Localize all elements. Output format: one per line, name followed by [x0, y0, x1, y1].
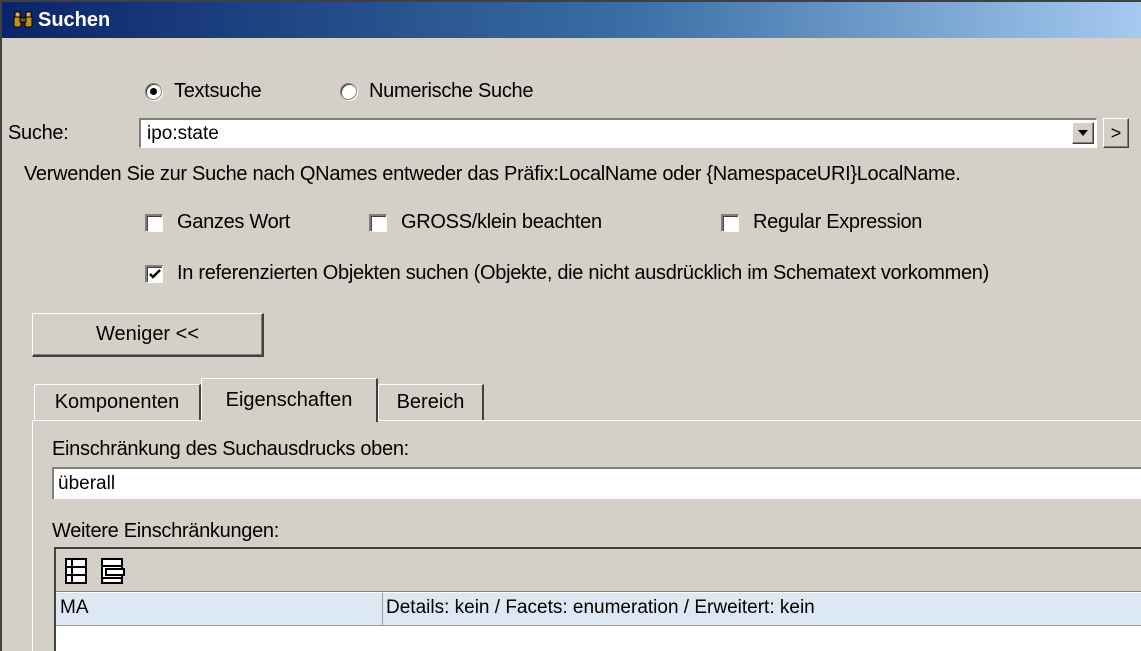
row-name: MA: [60, 597, 89, 618]
chevron-down-icon: [1078, 130, 1088, 136]
checkbox-whole-word-label: Ganzes Wort: [177, 211, 291, 233]
tab-komponenten[interactable]: Komponenten: [34, 384, 201, 420]
checkbox-box[interactable]: [145, 264, 163, 283]
restrictions-list: MA Details: kein / Facets: enumeration /…: [54, 547, 1141, 651]
tab-komponenten-label: Komponenten: [54, 391, 180, 413]
search-go-button[interactable]: >: [1103, 118, 1129, 148]
less-button[interactable]: Weniger <<: [32, 313, 264, 357]
append-row-button[interactable]: [60, 554, 94, 588]
checkbox-box[interactable]: [145, 213, 163, 232]
title-bar: Suchen: [2, 2, 1141, 38]
row-details: Details: kein / Facets: enumeration / Er…: [386, 597, 815, 618]
list-toolbar: [56, 549, 1141, 592]
radio-numeric-search-label: Numerische Suche: [369, 80, 534, 102]
search-label: Suche:: [8, 122, 69, 144]
table-row[interactable]: MA Details: kein / Facets: enumeration /…: [56, 593, 1141, 626]
checkbox-box[interactable]: [721, 213, 739, 232]
checkbox-match-case-label: GROSS/klein beachten: [401, 211, 602, 233]
checkbox-match-case[interactable]: GROSS/klein beachten: [369, 211, 602, 234]
radio-text-search[interactable]: Textsuche: [145, 80, 262, 103]
radio-dot: [150, 88, 157, 95]
more-restrictions-label: Weitere Einschränkungen:: [52, 520, 280, 542]
checkbox-box[interactable]: [369, 213, 387, 232]
insert-row-button[interactable]: [96, 554, 130, 588]
radio-text-search-label: Textsuche: [174, 80, 262, 102]
radio-circle[interactable]: [340, 83, 357, 100]
tab-eigenschaften-label: Eigenschaften: [225, 389, 353, 411]
binoculars-icon: [13, 11, 33, 28]
qname-hint: Verwenden Sie zur Suche nach QNames entw…: [24, 163, 961, 185]
dropdown-button[interactable]: [1072, 122, 1094, 144]
search-window: Suchen Textsuche Numerische Suche Suche:…: [0, 0, 1141, 651]
column-divider: [382, 593, 383, 625]
checkbox-referenced-objects-label: In referenzierten Objekten suchen (Objek…: [177, 262, 989, 284]
restriction-field[interactable]: überall: [52, 467, 1141, 499]
window-title: Suchen: [38, 8, 111, 31]
radio-numeric-search[interactable]: Numerische Suche: [340, 80, 533, 103]
tab-bereich[interactable]: Bereich: [378, 384, 484, 420]
less-button-label: Weniger <<: [95, 323, 200, 345]
tab-eigenschaften[interactable]: Eigenschaften: [201, 378, 378, 422]
search-combobox[interactable]: ipo:state: [139, 118, 1097, 148]
insert-row-icon: [101, 558, 125, 584]
search-value[interactable]: ipo:state: [147, 123, 219, 145]
radio-circle[interactable]: [145, 83, 162, 100]
checkbox-regex[interactable]: Regular Expression: [721, 211, 922, 234]
checkmark-icon: [148, 269, 161, 279]
checkbox-referenced-objects[interactable]: In referenzierten Objekten suchen (Objek…: [145, 262, 989, 285]
append-row-icon: [65, 558, 87, 584]
restriction-label: Einschränkung des Suchausdrucks oben:: [52, 438, 409, 460]
checkbox-regex-label: Regular Expression: [753, 211, 923, 233]
tab-bereich-label: Bereich: [396, 391, 465, 413]
checkbox-whole-word[interactable]: Ganzes Wort: [145, 211, 290, 234]
search-go-label: >: [1110, 122, 1122, 143]
restriction-value[interactable]: überall: [58, 473, 115, 494]
